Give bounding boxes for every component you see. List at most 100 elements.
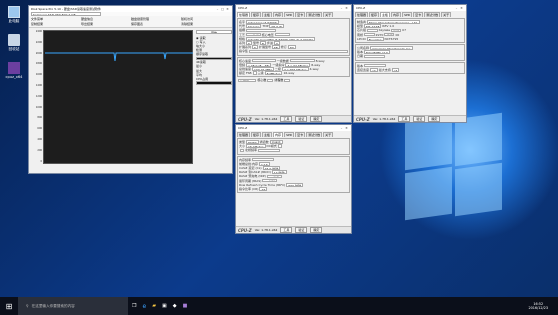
close-button[interactable]: ✕	[344, 6, 349, 10]
menu-item[interactable]: 磁盘健康管理	[131, 17, 177, 21]
field-label: 连接宽度	[357, 67, 370, 72]
disk-benchmark-window: Disk Space Pro 5.10 - 硬盘/SSD读取速度测试软件 – □ ✕ …	[28, 5, 233, 174]
tab[interactable]: 主板	[380, 12, 391, 17]
tab[interactable]: 缓存	[251, 132, 262, 137]
y-tick-label: 200	[37, 148, 42, 152]
close-button[interactable]: ✕	[225, 7, 230, 11]
menu-item[interactable]: 复制结果	[31, 22, 77, 26]
computer-icon	[8, 6, 20, 18]
ok-button[interactable]: 确定	[428, 116, 441, 122]
start-button[interactable]: 开始	[196, 30, 232, 34]
y-tick-label: 1000	[35, 105, 42, 109]
field-value: x4	[370, 67, 378, 72]
verify-button[interactable]: 验证	[295, 116, 308, 122]
field-label: 扩展型号	[258, 45, 271, 50]
explorer-icon[interactable]: ▰	[152, 303, 156, 309]
desktop-icon-this-pc[interactable]: 此电脑	[3, 6, 25, 24]
footer: CPU-Z Ver. 1.78.1.x64 工具 验证 确定	[236, 115, 351, 122]
field-row: 连接宽度 x4 最大支持 x4	[357, 68, 463, 72]
menu-item[interactable]: 文件菜单	[31, 17, 77, 21]
field-value: 5E	[271, 45, 280, 50]
tab[interactable]: SPD	[402, 12, 413, 17]
tools-button[interactable]: 工具	[398, 116, 411, 122]
field-label: 最大支持	[378, 67, 391, 72]
field-label: 07	[402, 28, 406, 33]
mainboard-group: 制造商 Micro-Star International Co., Ltd. 模型 M…	[355, 18, 465, 43]
y-tick-label: 1200	[35, 94, 42, 98]
processor-select[interactable]: 处理器 #1	[238, 78, 257, 83]
tab[interactable]: 主板	[262, 12, 273, 17]
field-value: 95.0 W	[269, 24, 285, 29]
tab[interactable]: SPD	[284, 12, 295, 17]
tab[interactable]: 内存	[391, 12, 402, 17]
footer: CPU-Z Ver. 1.78.1.x64 工具 验证 确定	[354, 115, 466, 122]
tab[interactable]: 关于	[323, 132, 334, 137]
cpuz-task-icon[interactable]: ■	[183, 303, 188, 309]
drive-select[interactable]: Samsung SSD 960 500.2 GB	[31, 12, 101, 16]
store-icon[interactable]: ▣	[162, 303, 167, 309]
field-value: E7A78IMS.110	[364, 50, 390, 55]
menu-item[interactable]: 清除结果	[181, 22, 227, 26]
general-group: 类型 DDR4 通道数 双通道 大小 16 GBytes DC模式 北桥频率 4400.3 MH…	[237, 138, 350, 155]
task-view-icon[interactable]: ❐	[132, 303, 136, 309]
tab[interactable]: 缓存	[251, 12, 262, 17]
tab[interactable]: 显卡	[295, 132, 306, 137]
control-panel: 开始 ◉ 读取 ○ 写入 块大小 检测 顺序读取 4K读取 最小 最大 平均 CPU…	[196, 30, 232, 85]
tab[interactable]: 测试分数	[424, 12, 441, 17]
tab[interactable]: 显卡	[295, 12, 306, 17]
tab[interactable]: 测试分数	[306, 12, 323, 17]
field-label: TDP	[262, 24, 269, 29]
tab[interactable]: 关于	[323, 12, 334, 17]
close-button[interactable]: ✕	[344, 126, 349, 130]
search-icon: ⚲	[26, 304, 29, 308]
tools-button[interactable]: 工具	[280, 227, 293, 233]
tab[interactable]: 主板	[262, 132, 273, 137]
field-label: Z270	[375, 32, 384, 37]
close-button[interactable]: ✕	[459, 6, 464, 10]
processor-group: 名字 Intel Core i7 6700K 代号 Skylake TDP 95.0 W插…	[237, 18, 350, 56]
tools-button[interactable]: 工具	[280, 116, 293, 122]
search-box[interactable]: ⚲ 在这里输入你要搜索的内容	[18, 297, 128, 315]
field-value: 17 时钟	[271, 170, 287, 175]
cpuz-processor-window: CPU-Z – ✕ 处理器 缓存 主板 内存 SPD 显卡 测试分数 关于 名字 Intel Cor…	[235, 4, 352, 123]
field-label: 核心电压	[261, 32, 274, 37]
menu-item[interactable]: 硬盘信息	[81, 17, 127, 21]
tab[interactable]: SPD	[284, 132, 295, 137]
tab[interactable]: 内存	[273, 12, 284, 17]
cpuz-mainboard-window: CPU-Z – ✕ 处理器 缓存 主板 内存 SPD 显卡 测试分数 关于 制造商 Micro-St…	[353, 4, 467, 123]
bios-group: 公司名称 American Megatrends Inc. 版本 E7A78IMS.1…	[355, 43, 465, 61]
desktop-icon-cpuz[interactable]: cpuz_x64	[3, 62, 25, 79]
tab[interactable]: 内存	[273, 132, 284, 137]
app-icon[interactable]: ◆	[173, 303, 177, 309]
tab[interactable]: 处理器	[237, 132, 251, 137]
start-icon[interactable]: ⊞	[0, 302, 18, 311]
ok-button[interactable]: 确定	[310, 227, 323, 233]
y-tick-label: 0	[40, 159, 42, 163]
read-speed-line	[45, 52, 193, 62]
menu-item[interactable]: 导出结果	[81, 22, 127, 26]
y-tick-label: 600	[37, 127, 42, 131]
tab[interactable]: 显卡	[413, 12, 424, 17]
tab[interactable]: 测试分数	[306, 132, 323, 137]
desktop-icon-recycle-bin[interactable]: 回收站	[3, 34, 25, 52]
menu-item[interactable]: 随机访问	[181, 17, 227, 21]
tab[interactable]: 关于	[441, 12, 452, 17]
ok-button[interactable]: 确定	[310, 116, 323, 122]
cpuz-app-icon	[8, 62, 20, 74]
field-row: 指令集 MMX, SSE, SSE2, SSE3, SSSE3, SSE4.1, …	[239, 49, 348, 53]
field-value: DDR4	[246, 140, 259, 144]
tab[interactable]: 处理器	[237, 12, 251, 17]
edge-icon[interactable]: e	[142, 303, 146, 310]
y-tick-label: 800	[37, 116, 42, 120]
menu-item[interactable]: 保存图表	[131, 22, 177, 26]
verify-button[interactable]: 验证	[295, 227, 308, 233]
field-value	[277, 144, 282, 149]
field-value: MMX, SSE, SSE2, SSE3, SSSE3, SSE4.1, SSE…	[249, 49, 348, 54]
timings-group: 内存频率 1597.1 MHz 前端总线:内存 1:16 CAS# 延迟 (CL) 15.…	[237, 155, 350, 194]
tab[interactable]: 处理器	[355, 12, 369, 17]
field-label: 北桥频率	[245, 148, 258, 153]
axis-labels: 2400 2200 2000 1800 1600 1400 1200 1000 800 600 40…	[30, 30, 43, 164]
tab[interactable]: 缓存	[369, 12, 380, 17]
verify-button[interactable]: 验证	[413, 116, 426, 122]
footer: CPU-Z Ver. 1.78.1.x64 工具 验证 确定	[236, 226, 351, 233]
